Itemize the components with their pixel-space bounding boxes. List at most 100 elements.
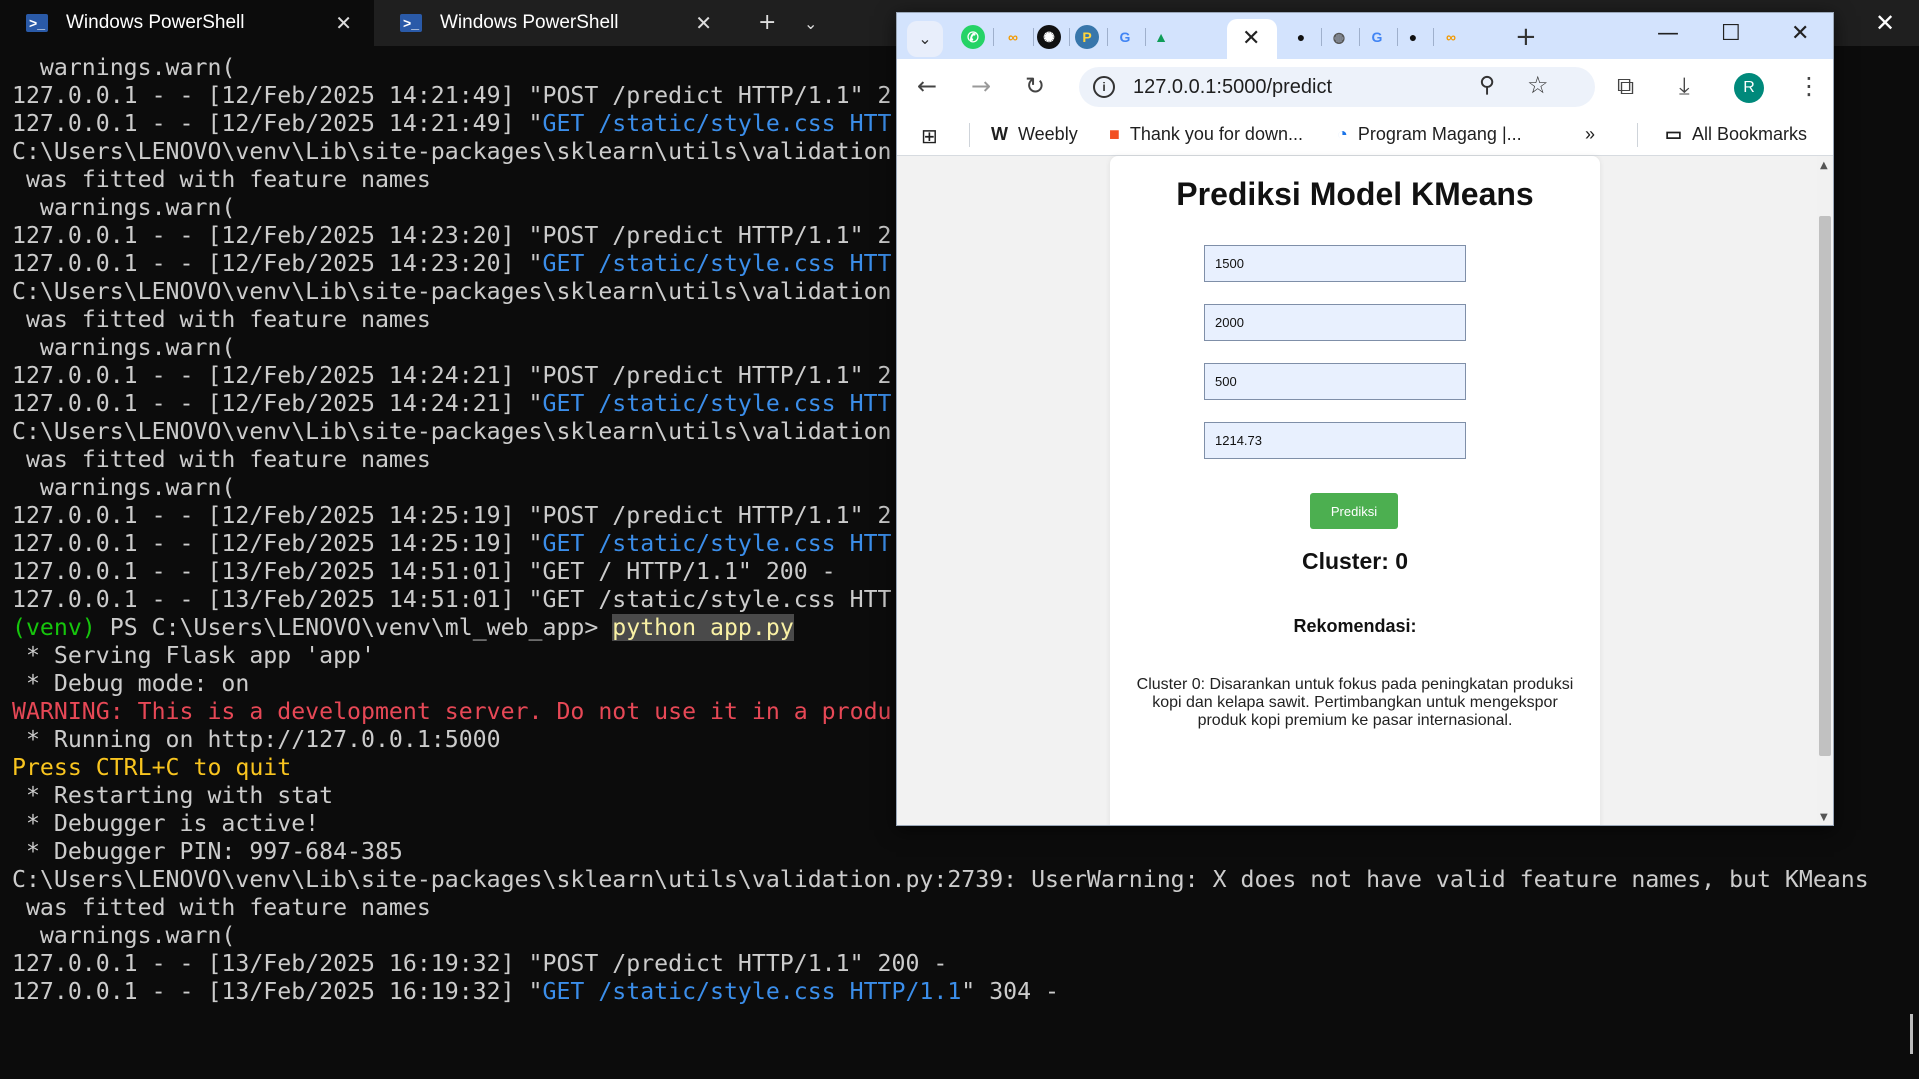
more-bookmarks-icon[interactable]: » [1585, 124, 1595, 145]
terminal-line: warnings.warn( [12, 922, 1912, 950]
terminal-text: warnings.warn( [12, 54, 236, 81]
bookmark-thank-you[interactable]: ■ Thank you for down... [1109, 124, 1303, 145]
terminal-text: 127.0.0.1 - - [13/Feb/2025 16:19:32] "PO… [12, 950, 948, 977]
globe-tab-icon[interactable]: ◍ [1327, 25, 1351, 49]
bookmarks-bar: ⊞ W Weebly ■ Thank you for down... ◔ Progra… [897, 115, 1833, 156]
new-tab-icon[interactable]: + [1515, 22, 1537, 52]
close-window-icon[interactable]: ✕ [1791, 21, 1809, 46]
window-close-icon[interactable]: ✕ [1875, 9, 1895, 37]
terminal-text: Press CTRL+C to quit [12, 754, 292, 781]
extensions-icon[interactable]: ⧉ [1617, 72, 1634, 100]
terminal-text: GET /static/style.css HTT [542, 110, 892, 137]
terminal-text: GET /static/style.css HTT [542, 250, 892, 277]
scroll-down-icon[interactable]: ▼ [1820, 812, 1828, 823]
drive-tab-icon[interactable]: ▲ [1149, 25, 1173, 49]
terminal-scrollbar[interactable] [1910, 1014, 1913, 1054]
terminal-line: was fitted with feature names [12, 894, 1912, 922]
address-bar[interactable]: i 127.0.0.1:5000/predict ⚲ ☆ [1079, 67, 1595, 107]
terminal-text: 127.0.0.1 - - [12/Feb/2025 14:25:19] " [12, 530, 543, 557]
url-text[interactable]: 127.0.0.1:5000/predict [1133, 76, 1332, 99]
weebly-icon: W [991, 124, 1008, 144]
avatar[interactable]: R [1734, 73, 1764, 103]
terminal-text: WARNING: This is a development server. D… [12, 698, 892, 725]
terminal-line: 127.0.0.1 - - [13/Feb/2025 16:19:32] "GE… [12, 978, 1912, 1006]
scroll-thumb[interactable] [1819, 216, 1831, 756]
whatsapp-tab-icon[interactable]: ✆ [961, 25, 985, 49]
menu-icon[interactable]: ⋮ [1797, 72, 1821, 100]
github-tab-icon[interactable]: ● [1289, 25, 1313, 49]
tab-separator [1359, 28, 1360, 46]
bookmark-weebly[interactable]: W Weebly [991, 124, 1078, 145]
feature-input-4[interactable] [1204, 422, 1466, 459]
back-icon[interactable]: ← [917, 72, 937, 100]
bookmark-star-icon[interactable]: ☆ [1527, 71, 1549, 99]
bookmark-label: Thank you for down... [1129, 124, 1303, 144]
tab-separator [993, 28, 994, 46]
tab-separator [1397, 28, 1398, 46]
terminal-text: * Restarting with stat [12, 782, 334, 809]
dark-tab-icon[interactable]: ✺ [1037, 25, 1061, 49]
bookmark-label: Weebly [1018, 124, 1078, 144]
magang-icon: ◔ [1337, 124, 1348, 144]
bookmark-label: All Bookmarks [1692, 124, 1808, 144]
tab-separator [1107, 28, 1108, 46]
tab-search-icon[interactable]: ⌄ [907, 21, 943, 57]
tab-separator [1069, 28, 1070, 46]
terminal-text: * Debugger PIN: 997-684-385 [12, 838, 403, 865]
python-tab-icon[interactable]: P [1075, 25, 1099, 49]
browser-window: ⌄ ✆ ∞ ✺ P G ▲ ✕ ● ◍ G ● ∞ + — ☐ ✕ ← → ↻ … [896, 12, 1834, 826]
feature-input-1[interactable] [1204, 245, 1466, 282]
close-tab-icon[interactable]: ✕ [695, 11, 712, 36]
terminal-text: python app.py [612, 614, 794, 641]
maximize-icon[interactable]: ☐ [1721, 21, 1741, 46]
terminal-text: C:\Users\LENOVO\venv\Lib\site-packages\s… [12, 866, 1869, 893]
terminal-text: 127.0.0.1 - - [12/Feb/2025 14:25:19] "PO… [12, 502, 892, 529]
terminal-text: * Debug mode: on [12, 670, 250, 697]
terminal-text: 127.0.0.1 - - [13/Feb/2025 14:51:01] "GE… [12, 558, 836, 585]
zoom-icon[interactable]: ⚲ [1479, 73, 1495, 98]
bookmark-magang[interactable]: ◔ Program Magang |... [1337, 124, 1522, 145]
feature-input-3[interactable] [1204, 363, 1466, 400]
google-tab-icon[interactable]: G [1113, 25, 1137, 49]
terminal-text: " 304 - [961, 978, 1060, 1005]
terminal-text: warnings.warn( [12, 194, 236, 221]
reload-icon[interactable]: ↻ [1025, 72, 1045, 100]
bookmark-separator [1637, 123, 1638, 147]
tab-separator [1033, 28, 1034, 46]
minimize-icon[interactable]: — [1657, 21, 1679, 46]
terminal-text: * Serving Flask app 'app' [12, 642, 375, 669]
active-tab[interactable]: ✕ [1227, 19, 1277, 61]
terminal-text: 127.0.0.1 - - [12/Feb/2025 14:24:21] "PO… [12, 362, 892, 389]
page-scrollbar[interactable]: ▲ ▼ [1817, 156, 1833, 825]
all-bookmarks[interactable]: ▭ All Bookmarks [1665, 124, 1807, 145]
terminal-text: 127.0.0.1 - - [12/Feb/2025 14:24:21] " [12, 390, 543, 417]
download-icon[interactable]: ⤓ [1679, 72, 1690, 100]
close-tab-icon[interactable]: ✕ [1242, 26, 1260, 51]
powershell-icon: >_ [400, 14, 422, 32]
terminal-tab-1[interactable]: >_ Windows PowerShell ✕ [0, 0, 374, 46]
terminal-text: was fitted with feature names [12, 894, 431, 921]
apps-icon[interactable]: ⊞ [921, 124, 938, 149]
microsoft-icon: ■ [1109, 124, 1120, 144]
scroll-up-icon[interactable]: ▲ [1820, 160, 1828, 171]
browser-toolbar: ← → ↻ i 127.0.0.1:5000/predict ⚲ ☆ ⧉ ⤓ R… [897, 59, 1833, 115]
terminal-text: was fitted with feature names [12, 446, 431, 473]
browser-tabstrip: ⌄ ✆ ∞ ✺ P G ▲ ✕ ● ◍ G ● ∞ + — ☐ ✕ [897, 13, 1833, 61]
infinity-tab-icon[interactable]: ∞ [1001, 25, 1025, 49]
close-tab-icon[interactable]: ✕ [335, 11, 352, 36]
cluster-result: Cluster: 0 [1301, 548, 1409, 574]
terminal-text: GET /static/style.css HTT [542, 530, 892, 557]
chevron-down-icon[interactable]: ⌄ [804, 14, 817, 33]
infinity-tab-icon[interactable]: ∞ [1439, 25, 1463, 49]
github-tab-icon[interactable]: ● [1401, 25, 1425, 49]
tab-separator [1321, 28, 1322, 46]
site-info-icon[interactable]: i [1093, 76, 1115, 98]
feature-input-2[interactable] [1204, 304, 1466, 341]
forward-icon[interactable]: → [971, 72, 991, 100]
terminal-tab-2[interactable]: >_ Windows PowerShell ✕ [374, 0, 734, 46]
terminal-line: * Debugger PIN: 997-684-385 [12, 838, 1912, 866]
predict-button[interactable]: Prediksi [1310, 493, 1398, 529]
google-tab-icon[interactable]: G [1365, 25, 1389, 49]
terminal-text: (venv) [12, 614, 110, 641]
new-terminal-tab-icon[interactable]: + [758, 10, 776, 35]
